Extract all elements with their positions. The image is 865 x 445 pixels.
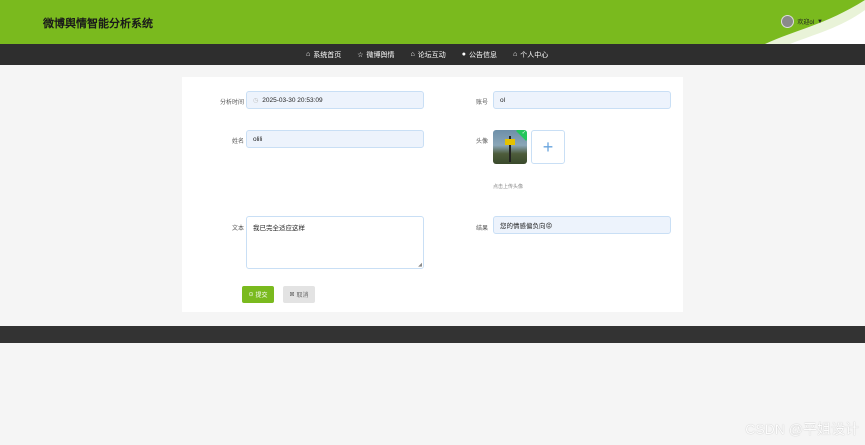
- caret-down-icon: ▼: [817, 18, 823, 25]
- nav-item-forum[interactable]: ⌂ 论坛互动: [411, 50, 446, 60]
- check-icon: ✓: [521, 130, 526, 136]
- nav-item-label: 系统首页: [313, 51, 342, 59]
- name-input[interactable]: olili: [246, 130, 424, 148]
- watermark: CSDN @平姐设计: [745, 421, 859, 437]
- account-input[interactable]: ol: [493, 91, 671, 109]
- avatar: [781, 15, 795, 28]
- upload-avatar-button[interactable]: +: [531, 130, 565, 164]
- account-label: 账号: [475, 100, 488, 106]
- text-textarea[interactable]: 我已完全适应这样 ◢: [246, 216, 424, 269]
- result-label: 结果: [475, 226, 488, 232]
- cancel-icon: ⊠: [289, 292, 295, 298]
- nav-item-home[interactable]: ⌂ 系统首页: [306, 50, 341, 60]
- user-greeting: 欢迎ol: [797, 20, 815, 26]
- main-nav: ⌂ 系统首页 ☆ 微博舆情 ⌂ 论坛互动 ● 公告信息 ⌂ 个人中心: [0, 44, 865, 65]
- cancel-button[interactable]: ⊠ 取消: [283, 286, 315, 303]
- footer-bar: [0, 326, 865, 343]
- home-icon: ⌂: [512, 51, 518, 58]
- home-icon: ⌂: [306, 51, 311, 58]
- user-menu[interactable]: 欢迎ol ▼: [781, 15, 823, 28]
- nav-item-profile[interactable]: ⌂ 个人中心: [513, 50, 548, 60]
- lock-icon: ⌂: [410, 51, 415, 58]
- top-header: 微博舆情智能分析系统 欢迎ol ▼: [0, 0, 865, 44]
- submit-button[interactable]: ⊙ 提交: [242, 286, 274, 303]
- info-icon: ●: [461, 51, 466, 58]
- plus-icon: +: [542, 136, 554, 157]
- star-icon: ☆: [357, 51, 364, 59]
- text-label: 文本: [231, 226, 244, 232]
- nav-item-label: 个人中心: [520, 51, 549, 59]
- analysis-time-label: 分析时间: [219, 100, 244, 106]
- analysis-time-value: 2025-03-30 20:53:09: [262, 96, 323, 104]
- clock-icon: ◷: [253, 97, 259, 104]
- nav-item-notice[interactable]: ● 公告信息: [462, 50, 497, 60]
- avatar-image[interactable]: ✓: [493, 130, 527, 164]
- name-value: olili: [253, 135, 263, 143]
- nav-item-label: 论坛互动: [417, 51, 446, 59]
- check-circle-icon: ⊙: [248, 292, 254, 298]
- nav-item-label: 微博舆情: [366, 51, 395, 59]
- text-value: 我已完全适应这样: [253, 225, 305, 232]
- analysis-time-input[interactable]: ◷ 2025-03-30 20:53:09: [246, 91, 424, 109]
- result-value: 您的情感偏负向😡: [500, 223, 553, 230]
- cancel-label: 取消: [296, 293, 309, 299]
- profile-form-card: 分析时间 ◷ 2025-03-30 20:53:09 账号 ol 姓名 olil…: [182, 77, 683, 312]
- nav-item-weibo[interactable]: ☆ 微博舆情: [357, 50, 394, 60]
- app-title: 微博舆情智能分析系统: [43, 18, 153, 30]
- resize-grip-icon[interactable]: ◢: [418, 262, 422, 268]
- avatar-label: 头像: [475, 139, 488, 145]
- submit-label: 提交: [255, 293, 268, 299]
- account-value: ol: [500, 96, 506, 104]
- name-label: 姓名: [231, 139, 244, 145]
- nav-item-label: 公告信息: [468, 51, 497, 59]
- upload-hint: 点击上传头像: [493, 184, 524, 190]
- result-input[interactable]: 您的情感偏负向😡: [493, 216, 671, 234]
